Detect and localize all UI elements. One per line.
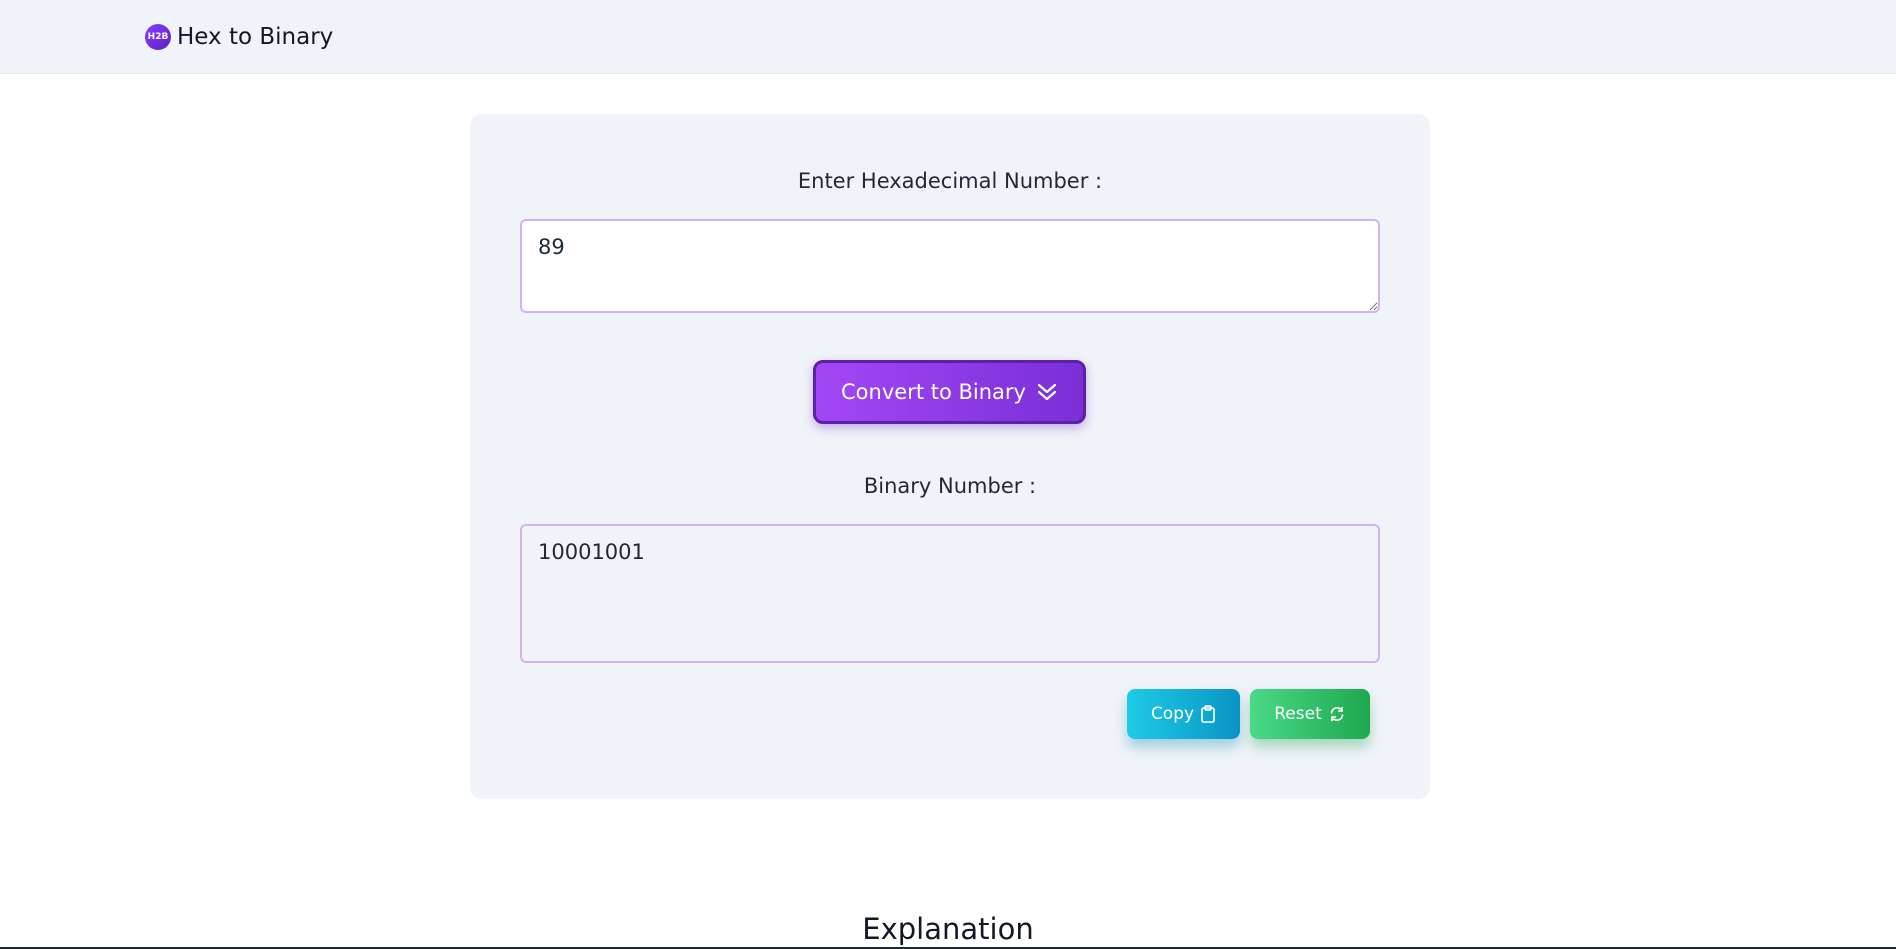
- brand[interactable]: H2B Hex to Binary: [145, 22, 333, 52]
- copy-button-label: Copy: [1150, 704, 1195, 724]
- copy-button[interactable]: Copy: [1127, 689, 1240, 739]
- binary-output[interactable]: 10001001: [520, 524, 1380, 663]
- convert-button-label: Convert to Binary: [841, 380, 1026, 404]
- reset-button-label: Reset: [1274, 704, 1322, 724]
- reset-button[interactable]: Reset: [1250, 689, 1370, 739]
- brand-logo: H2B: [145, 24, 171, 50]
- convert-button[interactable]: Convert to Binary: [813, 360, 1086, 424]
- converter-card: Enter Hexadecimal Number : 89 Convert to…: [470, 114, 1430, 799]
- hex-input[interactable]: 89: [520, 219, 1380, 313]
- output-label: Binary Number :: [863, 474, 1037, 498]
- clipboard-icon: [1200, 705, 1216, 723]
- refresh-icon: [1328, 705, 1346, 723]
- brand-title: Hex to Binary: [177, 24, 334, 50]
- action-buttons: Copy Reset: [1127, 689, 1370, 739]
- input-label: Enter Hexadecimal Number :: [797, 169, 1103, 193]
- explanation-title: Explanation: [862, 912, 1034, 946]
- header: H2B Hex to Binary: [0, 0, 1896, 74]
- double-chevron-down-icon: [1036, 381, 1058, 403]
